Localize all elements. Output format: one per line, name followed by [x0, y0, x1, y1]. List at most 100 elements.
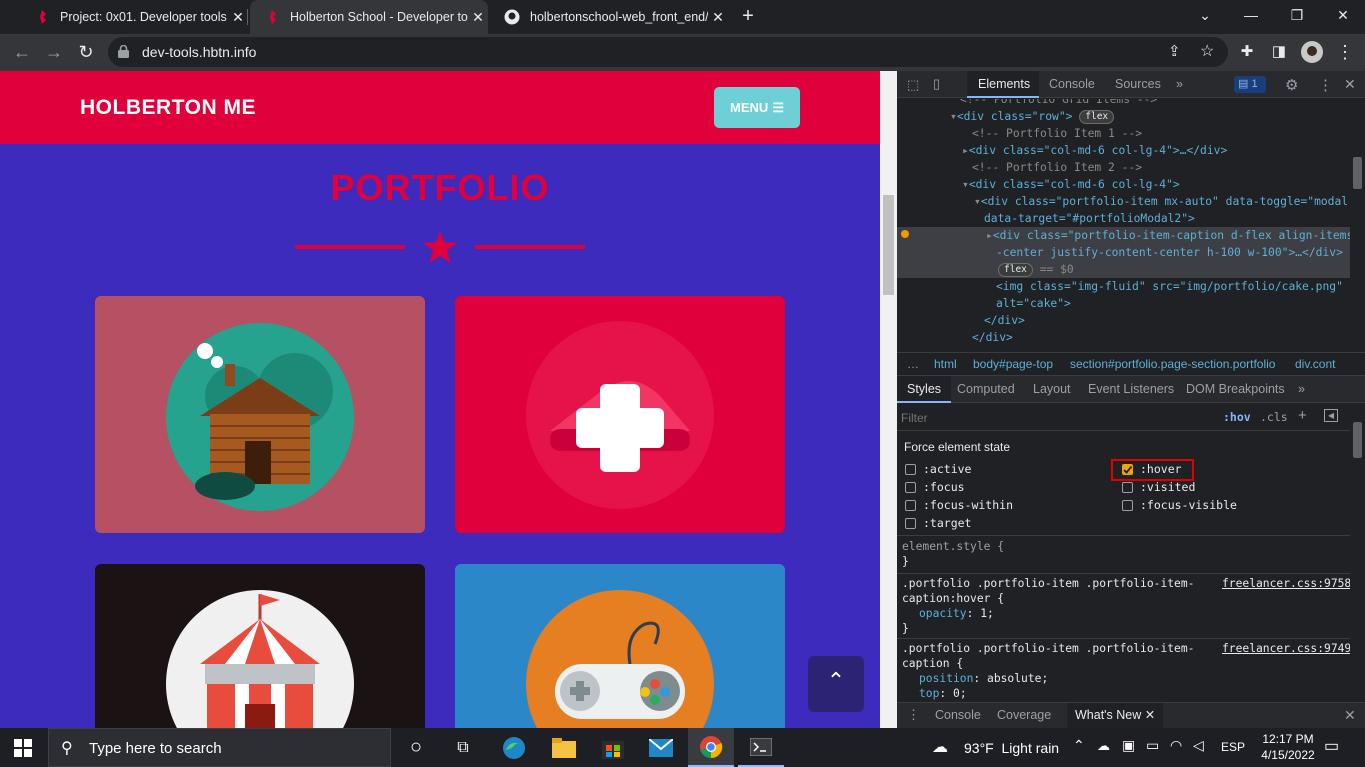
cortana-circle-icon[interactable]: ○: [393, 728, 439, 767]
more-vertical-icon[interactable]: ⋮: [1318, 76, 1333, 94]
tab-github[interactable]: holbertonschool-web_front_end/ ✕: [490, 0, 728, 34]
chevron-up-icon[interactable]: ⌃: [1073, 737, 1085, 754]
rule-selector[interactable]: caption:hover {: [902, 591, 1004, 606]
cls-toggle[interactable]: .cls: [1260, 410, 1288, 424]
tab-holberton-dev-tools[interactable]: Holberton School - Developer to ✕: [250, 0, 488, 34]
close-devtools-icon[interactable]: ✕: [1344, 76, 1356, 93]
dom-node-portfolio-item[interactable]: ▾<div class="portfolio-item mx-auto" dat…: [974, 193, 1350, 210]
dom-node-col2[interactable]: ▾<div class="col-md-6 col-lg-4">: [962, 176, 1350, 193]
dom-node-portfolio-caption[interactable]: ▸<div class="portfolio-item-caption d-fl…: [986, 227, 1350, 244]
chrome-icon[interactable]: [688, 728, 734, 767]
more-vertical-icon[interactable]: ⋮: [1331, 38, 1359, 66]
css-property[interactable]: top: [919, 687, 939, 700]
menu-button[interactable]: MENU ☰: [714, 87, 800, 128]
volume-icon[interactable]: ◁: [1193, 737, 1204, 754]
share-icon[interactable]: ⇪: [1168, 42, 1181, 60]
new-style-rule-icon[interactable]: +: [1298, 407, 1307, 424]
new-tab-button[interactable]: +: [736, 5, 760, 29]
drawer-tab-coverage[interactable]: Coverage: [997, 703, 1051, 728]
microsoft-store-icon[interactable]: [590, 728, 636, 767]
hov-toggle[interactable]: :hov: [1223, 410, 1251, 424]
css-property[interactable]: position: [919, 672, 973, 685]
tab-search-chevron-icon[interactable]: ⌄: [1182, 0, 1228, 30]
drawer-tab-console[interactable]: Console: [935, 703, 981, 728]
element-style-selector[interactable]: element.style {: [902, 539, 1004, 554]
inspect-element-icon[interactable]: ⬚: [907, 77, 919, 93]
notification-icon[interactable]: ▭: [1324, 736, 1339, 756]
terminal-icon[interactable]: [738, 728, 784, 767]
portfolio-item-cabin[interactable]: [95, 296, 425, 533]
checkbox-visited[interactable]: [1122, 482, 1133, 493]
issues-badge[interactable]: ▤ 1: [1234, 76, 1266, 93]
close-tab-icon[interactable]: ✕: [228, 9, 248, 26]
restore-button[interactable]: ❐: [1274, 0, 1320, 30]
extensions-puzzle-icon[interactable]: ✚: [1233, 38, 1261, 66]
taskbar-search[interactable]: ⚲ Type here to search: [48, 728, 391, 767]
security-icon[interactable]: ▣: [1122, 737, 1135, 754]
dom-node-row[interactable]: ▾<div class="row"> flex: [950, 108, 1350, 125]
close-drawer-icon[interactable]: ✕: [1344, 707, 1356, 724]
side-panel-icon[interactable]: ◨: [1265, 38, 1293, 66]
close-tab-icon[interactable]: ✕: [1145, 708, 1155, 722]
rule-selector[interactable]: .portfolio .portfolio-item .portfolio-it…: [902, 576, 1194, 591]
tab-computed[interactable]: Computed: [957, 376, 1015, 403]
forward-arrow-icon[interactable]: →: [40, 38, 68, 66]
onedrive-cloud-icon[interactable]: ☁: [1097, 738, 1110, 754]
more-tabs-chevron-icon[interactable]: »: [1298, 376, 1305, 403]
checkbox-hover[interactable]: [1122, 464, 1133, 475]
site-brand[interactable]: HOLBERTON ME: [80, 96, 256, 120]
css-property[interactable]: opacity: [919, 607, 967, 620]
clock[interactable]: 12:17 PM 4/15/2022: [1258, 731, 1318, 763]
tab-elements[interactable]: Elements: [967, 71, 1039, 98]
flex-badge[interactable]: flex: [1079, 110, 1115, 124]
drawer-tab-whats-new[interactable]: What's New ✕: [1067, 703, 1164, 728]
styles-scrollbar[interactable]: [1350, 404, 1365, 701]
device-toolbar-icon[interactable]: ▯: [933, 76, 940, 92]
language-indicator[interactable]: ESP: [1221, 740, 1245, 754]
back-arrow-icon[interactable]: ←: [8, 38, 36, 66]
breadcrumb-body[interactable]: body#page-top: [973, 357, 1053, 371]
checkbox-target[interactable]: [905, 518, 916, 529]
windows-start-icon[interactable]: [0, 728, 46, 767]
mail-icon[interactable]: [638, 728, 684, 767]
bookmark-star-icon[interactable]: ☆: [1200, 41, 1214, 61]
edge-browser-icon[interactable]: [491, 728, 537, 767]
tab-dom-breakpoints[interactable]: DOM Breakpoints: [1186, 376, 1285, 403]
tab-layout[interactable]: Layout: [1033, 376, 1071, 403]
css-value[interactable]: 0;: [953, 687, 967, 700]
tab-sources[interactable]: Sources: [1115, 71, 1161, 98]
close-window-button[interactable]: ✕: [1320, 0, 1365, 30]
tab-project[interactable]: Project: 0x01. Developer tools | H ✕: [20, 0, 248, 34]
rule-selector[interactable]: caption {: [902, 656, 963, 671]
settings-gear-icon[interactable]: ⚙: [1285, 76, 1298, 94]
portfolio-item-cake[interactable]: [455, 296, 785, 533]
page-scrollbar[interactable]: [880, 71, 897, 728]
portfolio-item-circus[interactable]: [95, 564, 425, 728]
close-tab-icon[interactable]: ✕: [708, 9, 728, 26]
weather-text[interactable]: 93°F Light rain: [964, 740, 1059, 756]
toggle-sidebar-icon[interactable]: ◂: [1324, 409, 1338, 422]
scroll-to-top-button[interactable]: ⌃: [808, 656, 864, 712]
checkbox-active[interactable]: [905, 464, 916, 475]
avatar[interactable]: [1301, 41, 1323, 63]
drawer-menu-icon[interactable]: ⋮: [907, 707, 920, 723]
dom-node-img[interactable]: <img class="img-fluid" src="img/portfoli…: [996, 278, 1350, 295]
task-view-icon[interactable]: ⧉: [440, 728, 486, 767]
tab-styles[interactable]: Styles: [897, 376, 952, 403]
wifi-icon[interactable]: ◠: [1170, 737, 1182, 754]
file-explorer-icon[interactable]: [541, 728, 587, 767]
rule-selector[interactable]: .portfolio .portfolio-item .portfolio-it…: [902, 641, 1194, 656]
breadcrumb-section[interactable]: section#portfolio.page-section.portfolio: [1070, 357, 1275, 371]
breadcrumb-div[interactable]: div.cont: [1295, 357, 1335, 371]
rule-source-link[interactable]: freelancer.css:9749: [1222, 641, 1350, 656]
breadcrumb-html[interactable]: html: [934, 357, 957, 371]
styles-filter-input[interactable]: [901, 408, 1201, 428]
flex-badge[interactable]: flex: [998, 263, 1033, 277]
css-value[interactable]: 1;: [980, 607, 994, 620]
rule-source-link[interactable]: freelancer.css:9758: [1222, 576, 1350, 591]
scrollbar-thumb[interactable]: [883, 195, 894, 295]
reload-icon[interactable]: ↻: [72, 38, 100, 66]
css-value[interactable]: absolute;: [987, 672, 1048, 685]
checkbox-focus-visible[interactable]: [1122, 500, 1133, 511]
checkbox-focus-within[interactable]: [905, 500, 916, 511]
